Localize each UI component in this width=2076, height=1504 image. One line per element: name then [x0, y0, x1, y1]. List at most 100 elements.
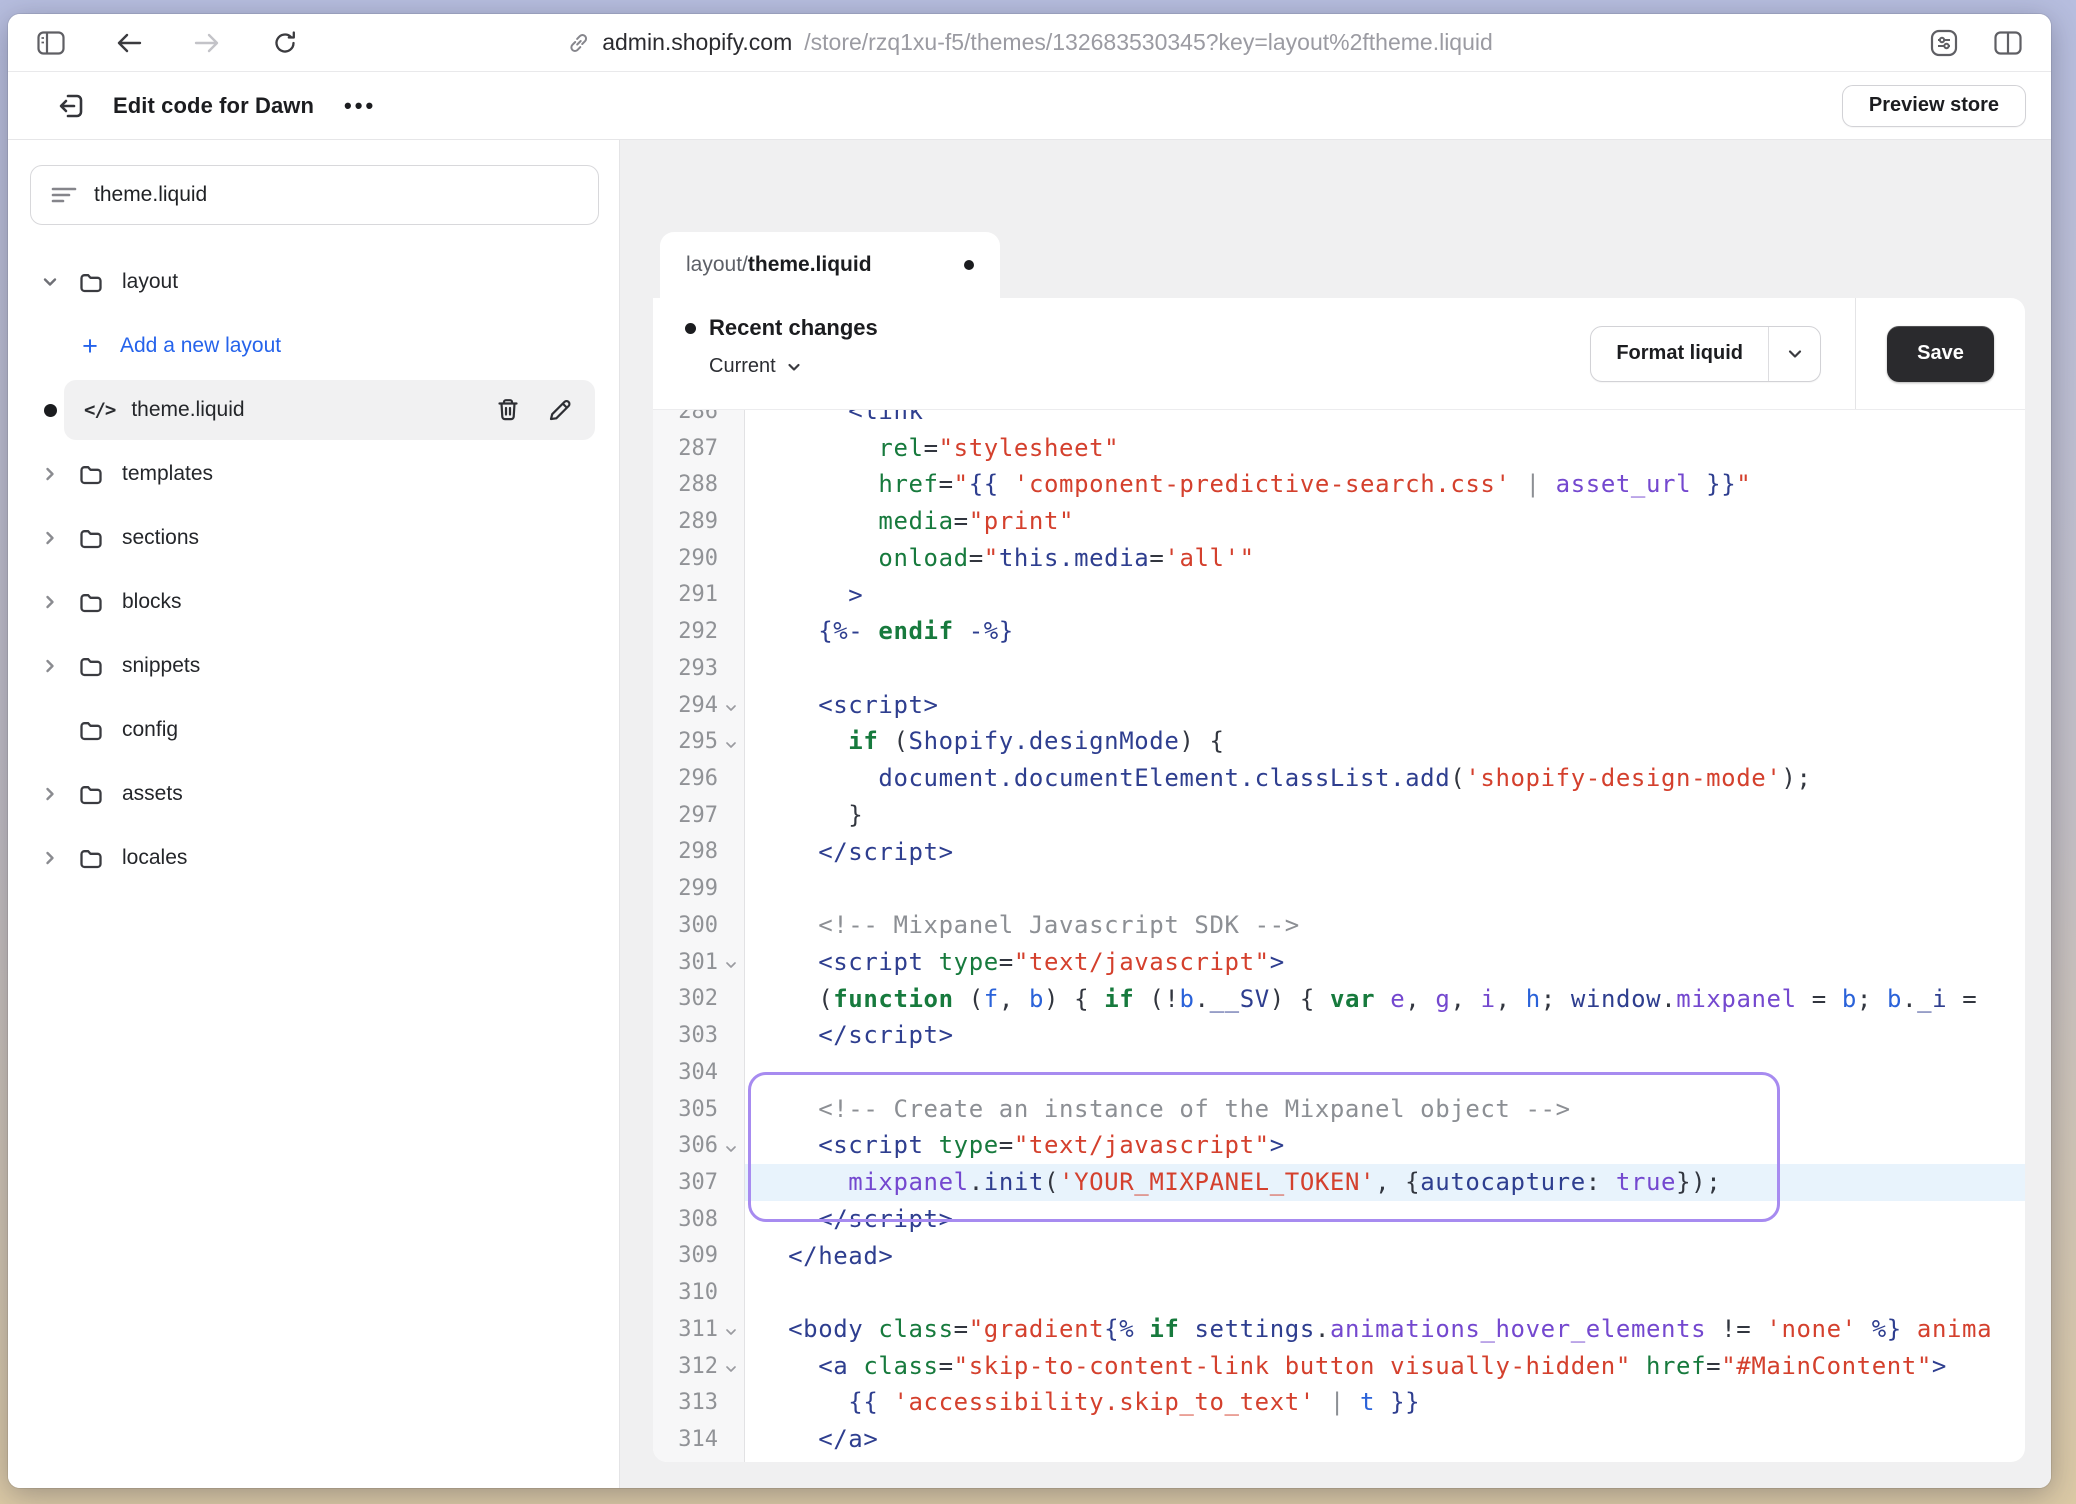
format-liquid-label[interactable]: Format liquid [1591, 327, 1768, 381]
fold-chevron-icon [720, 477, 742, 499]
code-area[interactable]: <link rel="stylesheet" href="{{ 'compone… [745, 410, 2025, 1462]
chevron-down-icon[interactable] [38, 270, 62, 294]
sidebar-folder-sections[interactable]: sections [8, 506, 619, 570]
code-line-303[interactable]: </script> [745, 1017, 2025, 1054]
code-line-310[interactable] [745, 1274, 2025, 1311]
chevron-right-icon[interactable] [38, 526, 62, 550]
more-actions-button[interactable]: ••• [344, 93, 376, 119]
forward-button-icon[interactable] [192, 28, 222, 58]
sidebar-toggle-icon[interactable] [36, 28, 66, 58]
sidebar-folder-config[interactable]: config [8, 698, 619, 762]
fold-chevron-icon [720, 1431, 742, 1453]
exit-editor-icon[interactable] [55, 90, 87, 122]
sidebar-folder-assets[interactable]: assets [8, 762, 619, 826]
code-line-313[interactable]: {{ 'accessibility.skip_to_text' | t }} [745, 1384, 2025, 1421]
code-line-308[interactable]: </script> [745, 1201, 2025, 1238]
code-line-297[interactable]: } [745, 797, 2025, 834]
fold-chevron-icon[interactable] [720, 1358, 742, 1380]
line-number: 302 [653, 981, 744, 1018]
code-line-312[interactable]: <a class="skip-to-content-link button vi… [745, 1348, 2025, 1385]
version-dropdown[interactable]: Current [709, 355, 878, 378]
code-line-305[interactable]: <!-- Create an instance of the Mixpanel … [745, 1091, 2025, 1128]
sidebar-folder-locales[interactable]: locales [8, 826, 619, 890]
rename-file-icon[interactable] [547, 397, 573, 423]
line-number: 287 [653, 430, 744, 467]
desktop: { "browser": { "url_domain": "admin.shop… [0, 0, 2076, 1504]
folder-label: sections [122, 526, 199, 550]
filter-icon [51, 184, 77, 206]
fold-chevron-icon [720, 410, 742, 425]
sidebar-folder-layout[interactable]: layout [8, 250, 619, 314]
save-button[interactable]: Save [1887, 326, 1994, 382]
code-lines: <link rel="stylesheet" href="{{ 'compone… [745, 410, 2025, 1458]
line-number: 286 [653, 410, 744, 430]
line-number: 291 [653, 577, 744, 614]
code-line-289[interactable]: media="print" [745, 503, 2025, 540]
fold-chevron-icon[interactable] [720, 697, 742, 719]
chevron-right-icon[interactable] [38, 654, 62, 678]
tab-theme-liquid[interactable]: layout/theme.liquid [660, 232, 1000, 298]
code-line-296[interactable]: document.documentElement.classList.add('… [745, 760, 2025, 797]
code-line-294[interactable]: <script> [745, 687, 2025, 724]
code-line-298[interactable]: </script> [745, 834, 2025, 871]
reload-icon[interactable] [270, 28, 300, 58]
file-search-input[interactable]: theme.liquid [30, 165, 599, 225]
code-line-309[interactable]: </head> [745, 1238, 2025, 1275]
code-line-288[interactable]: href="{{ 'component-predictive-search.cs… [745, 466, 2025, 503]
page-settings-icon[interactable] [1929, 28, 1959, 58]
line-number: 300 [653, 907, 744, 944]
back-button-icon[interactable] [114, 28, 144, 58]
format-liquid-button[interactable]: Format liquid [1590, 326, 1821, 382]
line-number: 301 [653, 944, 744, 981]
sidebar-folder-snippets[interactable]: snippets [8, 634, 619, 698]
selected-file-pill[interactable]: </>theme.liquid [64, 380, 595, 440]
code-line-314[interactable]: </a> [745, 1421, 2025, 1458]
line-number: 293 [653, 650, 744, 687]
gutter-lines: 2862872882892902912922932942952962972982… [653, 410, 744, 1458]
code-line-301[interactable]: <script type="text/javascript"> [745, 944, 2025, 981]
chevron-right-icon[interactable] [38, 846, 62, 870]
fold-chevron-icon[interactable] [720, 954, 742, 976]
sidebar-folder-blocks[interactable]: blocks [8, 570, 619, 634]
chevron-right-icon[interactable] [38, 718, 62, 742]
sidebar-item-theme-liquid[interactable]: </>theme.liquid [8, 378, 619, 442]
folder-label: templates [122, 462, 213, 486]
preview-store-button[interactable]: Preview store [1842, 85, 2026, 127]
code-line-293[interactable] [745, 650, 2025, 687]
code-editor[interactable]: 2862872882892902912922932942952962972982… [653, 410, 2025, 1462]
format-options-chevron[interactable] [1768, 327, 1820, 381]
line-number-gutter: 2862872882892902912922932942952962972982… [653, 410, 745, 1462]
code-line-302[interactable]: (function (f, b) { if (!b.__SV) { var e,… [745, 981, 2025, 1018]
code-line-295[interactable]: if (Shopify.designMode) { [745, 723, 2025, 760]
folder-label: blocks [122, 590, 182, 614]
fold-chevron-icon[interactable] [720, 1138, 742, 1160]
address-bar[interactable]: admin.shopify.com/store/rzq1xu-f5/themes… [566, 29, 1493, 56]
split-view-icon[interactable] [1993, 28, 2023, 58]
folder-icon [78, 269, 104, 295]
chevron-right-icon[interactable] [38, 462, 62, 486]
fold-chevron-icon[interactable] [720, 734, 742, 756]
code-line-286[interactable]: <link [745, 410, 2025, 430]
code-line-311[interactable]: <body class="gradient{% if settings.anim… [745, 1311, 2025, 1348]
fold-chevron-icon[interactable] [720, 1321, 742, 1343]
fold-chevron-icon [720, 1064, 742, 1086]
chevron-right-icon[interactable] [38, 782, 62, 806]
code-line-290[interactable]: onload="this.media='all'" [745, 540, 2025, 577]
code-line-291[interactable]: > [745, 577, 2025, 614]
chevron-right-icon[interactable] [38, 590, 62, 614]
unsaved-dot [964, 260, 974, 270]
sidebar-folder-templates[interactable]: templates [8, 442, 619, 506]
code-line-299[interactable] [745, 870, 2025, 907]
folder-icon [78, 461, 104, 487]
delete-file-icon[interactable] [495, 397, 521, 423]
editor-toolbar: Recent changes Current Format liquid [653, 298, 2025, 410]
code-line-306[interactable]: <script type="text/javascript"> [745, 1127, 2025, 1164]
code-line-304[interactable] [745, 1054, 2025, 1091]
add-new-layout-button[interactable]: +Add a new layout [8, 314, 619, 378]
code-line-287[interactable]: rel="stylesheet" [745, 430, 2025, 467]
code-line-300[interactable]: <!-- Mixpanel Javascript SDK --> [745, 907, 2025, 944]
fold-chevron-icon [720, 917, 742, 939]
code-line-307[interactable]: mixpanel.init('YOUR_MIXPANEL_TOKEN', {au… [745, 1164, 2025, 1201]
line-number: 299 [653, 870, 744, 907]
code-line-292[interactable]: {%- endif -%} [745, 613, 2025, 650]
